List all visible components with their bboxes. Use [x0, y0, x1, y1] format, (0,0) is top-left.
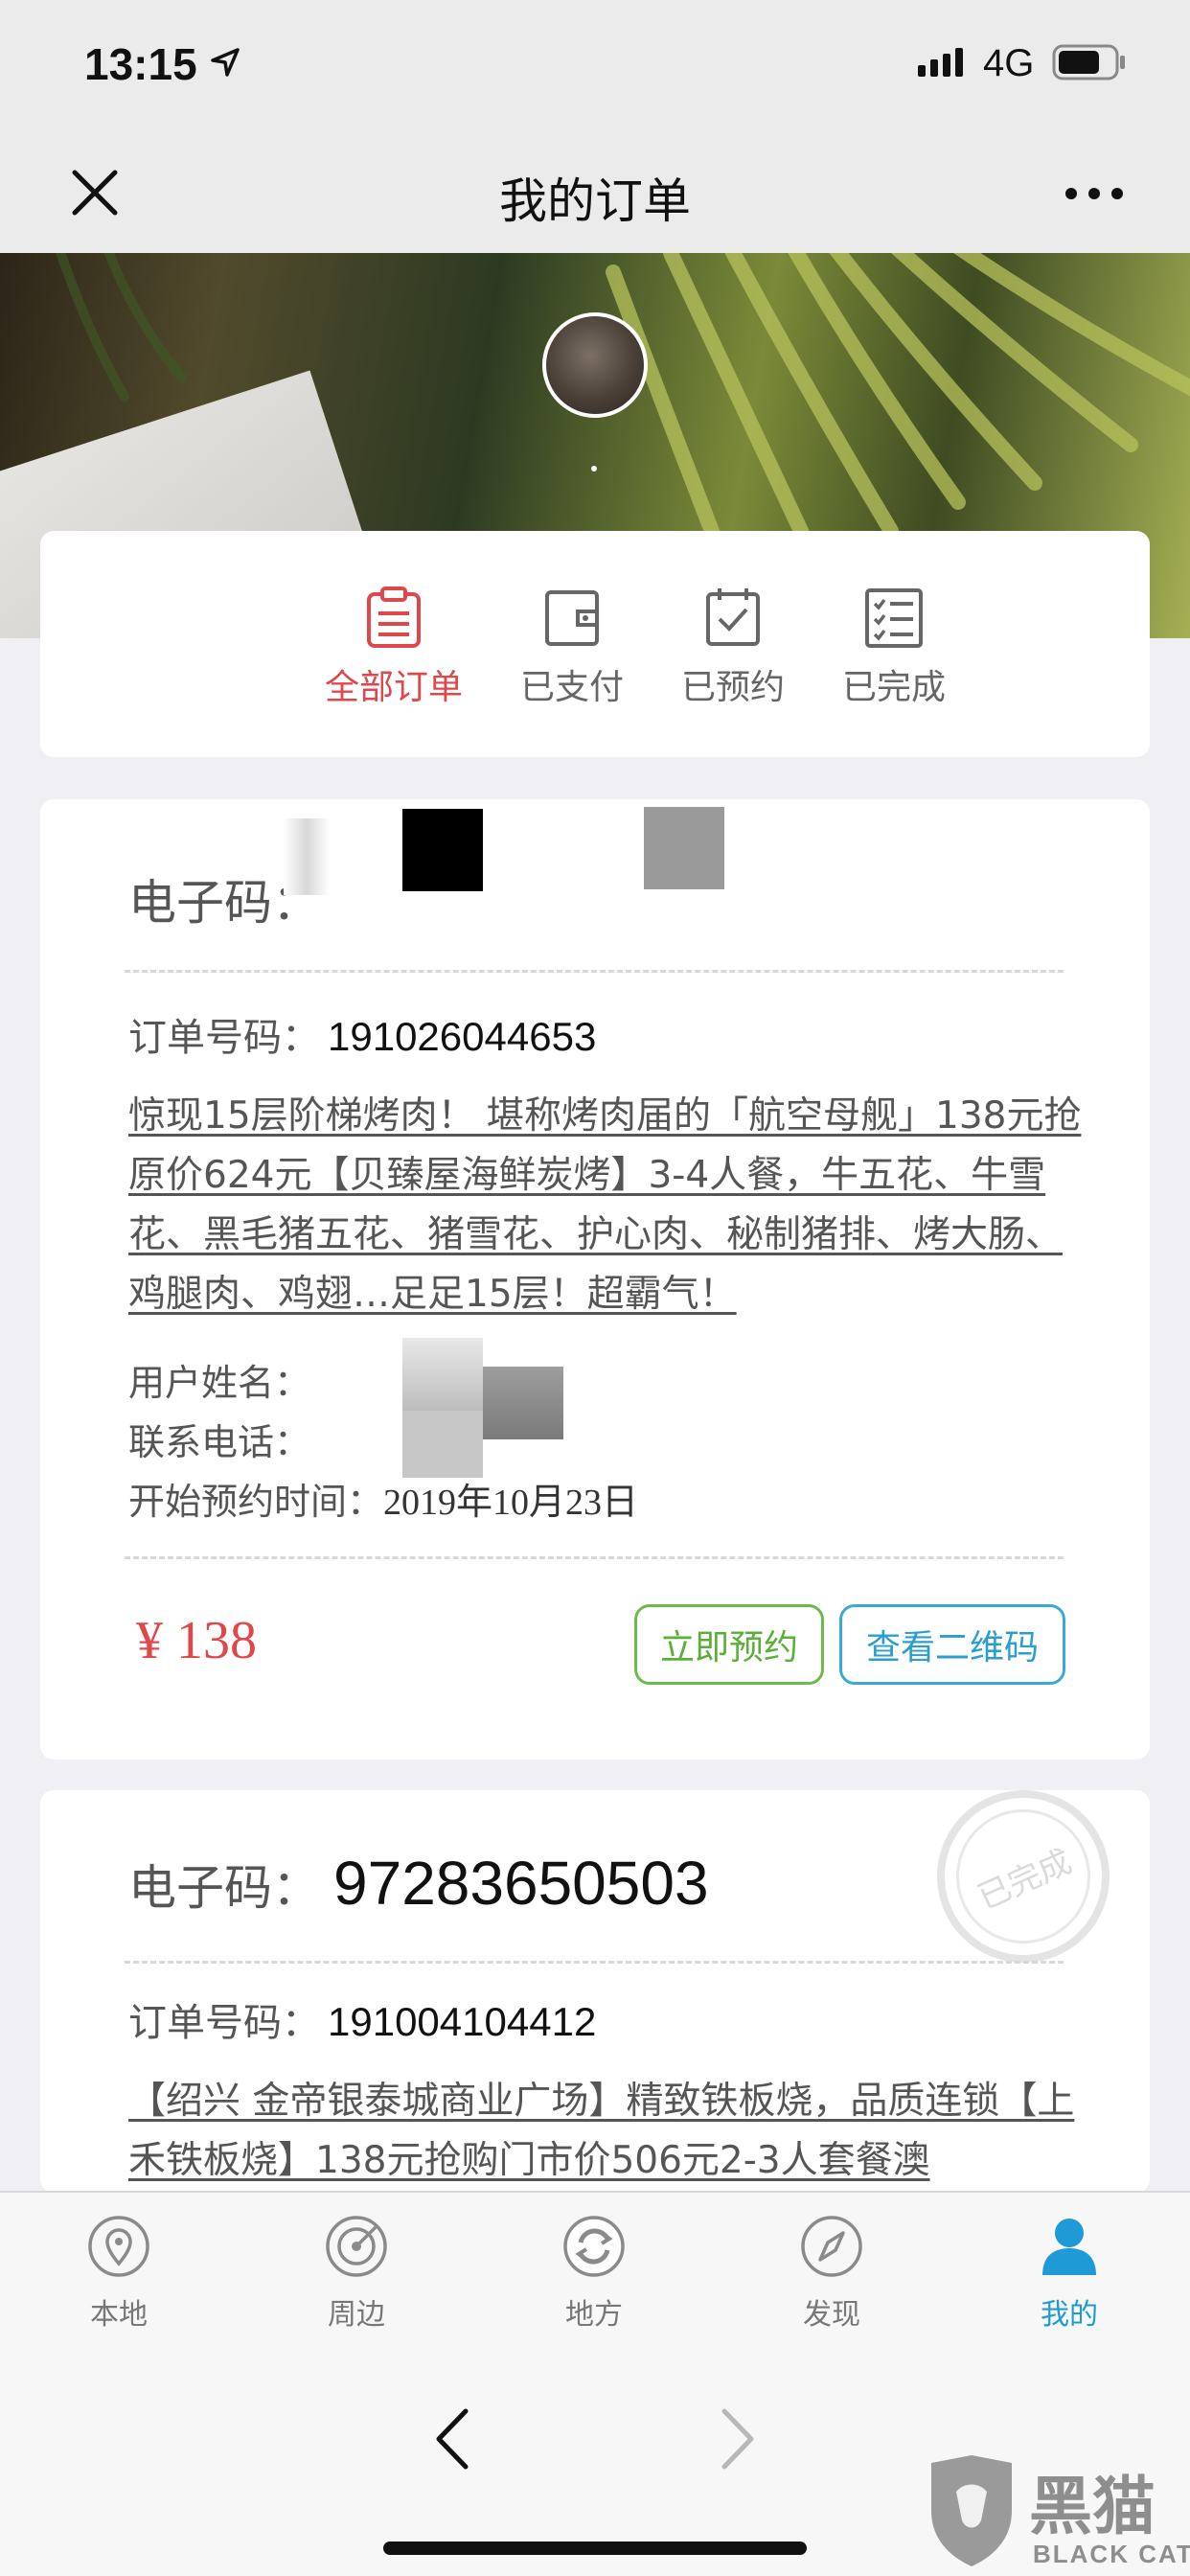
bottom-tab-discover[interactable]: 发现: [765, 2212, 899, 2333]
location-pin-icon: [88, 2216, 149, 2277]
tab-reserved[interactable]: 已预约: [642, 585, 824, 709]
clipboard-list-icon: [367, 586, 421, 648]
tab-label: 全部订单: [324, 668, 463, 707]
page-title: 我的订单: [499, 173, 691, 229]
wallet-icon: [545, 590, 599, 646]
watermark-en: BLACK CAT: [1033, 2540, 1190, 2568]
battery-icon: [1052, 44, 1125, 80]
signal-icon: [918, 48, 963, 77]
watermark-cn: 黑猫: [1029, 2470, 1156, 2543]
redaction-mask: [402, 1411, 483, 1478]
e-code-value: 97283650503: [333, 1849, 709, 1918]
redaction-mask: [402, 809, 483, 891]
tab-label: 已支付: [519, 668, 624, 707]
e-code-label: 电子码：: [128, 1860, 320, 1916]
bottom-tab-local[interactable]: 本地: [52, 2212, 186, 2333]
redaction-mask: [483, 1367, 563, 1439]
bottom-tab-nearby[interactable]: 周边: [289, 2212, 423, 2333]
black-cat-logo: [931, 2455, 1012, 2566]
order-number-label: 订单号码：: [128, 1016, 320, 1060]
divider: [125, 1961, 1064, 1964]
redaction-mask: [644, 807, 724, 889]
order-price: ¥ 138: [136, 1611, 257, 1670]
start-time: 开始预约时间：2019年10月23日: [128, 1472, 638, 1525]
radar-icon: [326, 2216, 387, 2277]
watermark: 黑猫 BLACK CAT: [926, 2453, 1190, 2576]
order-number-value: 191004104412: [328, 1999, 597, 2044]
view-qrcode-button[interactable]: 查看二维码: [839, 1604, 1065, 1685]
redaction-mask: [284, 818, 330, 895]
start-time-value: 2019年10月23日: [383, 1483, 639, 1523]
bottom-tab-mine[interactable]: 我的: [1002, 2212, 1136, 2333]
tab-completed[interactable]: 已完成: [803, 585, 985, 709]
checklist-icon: [865, 588, 923, 648]
order-number: 订单号码： 191026044653: [128, 1006, 596, 1062]
redaction-mask: [402, 1338, 483, 1411]
more-icon[interactable]: [1064, 184, 1125, 203]
phone-label: 联系电话：: [128, 1421, 311, 1463]
compass-icon: [801, 2216, 862, 2277]
status-time: 13:15: [84, 39, 197, 89]
banner-indicator-dot: [591, 466, 597, 472]
order-title-link[interactable]: 【绍兴 金帝银泰城商业广场】精致铁板烧，品质连锁【上禾铁板烧】138元抢购门市价…: [128, 2072, 1087, 2191]
home-indicator[interactable]: [383, 2542, 807, 2555]
user-icon: [1042, 2219, 1096, 2275]
back-arrow-icon[interactable]: [431, 2405, 473, 2472]
tab-label: 已预约: [680, 668, 785, 707]
avatar[interactable]: [542, 312, 648, 418]
divider: [125, 1556, 1064, 1559]
order-filter-tabs: 全部订单 已支付 已预约 已完成: [40, 531, 1150, 757]
bottom-tab-bar: 本地 周边 地方 发现 我的: [0, 2191, 1190, 2338]
order-number-label: 订单号码：: [128, 2001, 320, 2045]
refresh-circle-icon: [563, 2216, 625, 2277]
e-code-row: 电子码： 97283650503: [128, 1848, 709, 1919]
user-name-label: 用户姓名：: [128, 1362, 311, 1404]
tab-paid[interactable]: 已支付: [481, 585, 663, 709]
stamp-text: 已完成: [934, 1790, 1112, 1966]
calendar-check-icon: [706, 588, 760, 646]
network-type: 4G: [983, 42, 1035, 84]
bottom-tab-label: 周边: [328, 2298, 385, 2332]
reserve-now-button[interactable]: 立即预约: [634, 1604, 824, 1685]
bottom-tab-label: 本地: [90, 2298, 148, 2332]
start-time-label: 开始预约时间：: [128, 1481, 384, 1523]
location-arrow-icon: [211, 48, 240, 77]
order-card: 已完成 电子码： 97283650503 订单号码： 191004104412 【绍…: [40, 1790, 1150, 2193]
bottom-tab-label: 我的: [1041, 2298, 1098, 2332]
divider: [125, 970, 1064, 973]
order-number-value: 191026044653: [328, 1014, 597, 1059]
bottom-tab-place[interactable]: 地方: [527, 2212, 661, 2333]
bottom-tab-label: 发现: [803, 2298, 860, 2332]
tab-all-orders[interactable]: 全部订单: [284, 585, 504, 709]
order-title-link[interactable]: 惊现15层阶梯烤肉！ 堪称烤肉届的「航空母舰」138元抢原价624元【贝臻屋海鲜…: [128, 1087, 1087, 1324]
forward-arrow-icon[interactable]: [717, 2405, 759, 2472]
tab-label: 已完成: [841, 668, 946, 707]
order-number: 订单号码： 191004104412: [128, 1991, 596, 2047]
bottom-tab-label: 地方: [565, 2298, 623, 2332]
order-card: 电子码： 订单号码： 191026044653 惊现15层阶梯烤肉！ 堪称烤肉届的…: [40, 799, 1150, 1760]
nav-bar: 我的订单: [0, 134, 1190, 253]
status-bar: 13:15 4G: [0, 0, 1190, 134]
